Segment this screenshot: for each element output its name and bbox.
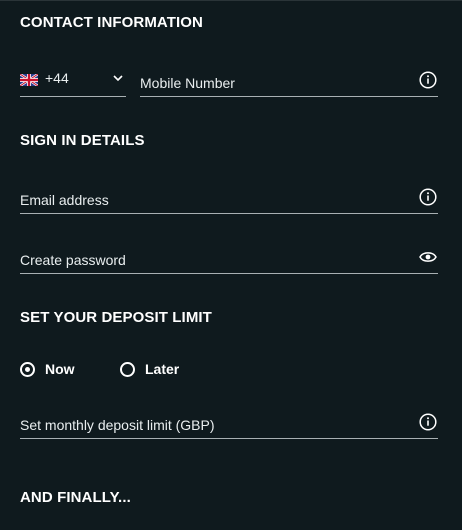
mobile-number-field[interactable]: Mobile Number <box>140 66 438 97</box>
radio-checked-icon <box>20 361 35 377</box>
country-code-select[interactable]: +44 <box>20 66 126 97</box>
top-divider <box>0 0 462 1</box>
radio-later-label: Later <box>145 361 180 377</box>
eye-icon[interactable] <box>418 247 438 267</box>
radio-now[interactable]: Now <box>20 361 75 377</box>
password-placeholder: Create password <box>20 252 126 268</box>
email-field[interactable]: Email address <box>20 184 438 214</box>
radio-now-label: Now <box>45 361 75 377</box>
country-code-label: +44 <box>45 70 69 86</box>
email-placeholder: Email address <box>20 192 109 208</box>
chevron-down-icon <box>113 75 123 82</box>
uk-flag-icon <box>20 74 38 86</box>
info-icon[interactable] <box>418 187 438 207</box>
password-field[interactable]: Create password <box>20 244 438 274</box>
section-heading-signin: SIGN IN DETAILS <box>20 132 145 149</box>
deposit-limit-field[interactable]: Set monthly deposit limit (GBP) <box>20 410 438 439</box>
section-heading-finally: AND FINALLY... <box>20 489 131 506</box>
radio-unchecked-icon <box>120 361 135 377</box>
section-heading-deposit: SET YOUR DEPOSIT LIMIT <box>20 309 212 326</box>
section-heading-contact: CONTACT INFORMATION <box>20 14 203 31</box>
radio-later[interactable]: Later <box>120 361 179 377</box>
info-icon[interactable] <box>418 70 438 90</box>
deposit-limit-placeholder: Set monthly deposit limit (GBP) <box>20 417 215 433</box>
info-icon[interactable] <box>418 412 438 432</box>
mobile-number-placeholder: Mobile Number <box>140 75 235 91</box>
